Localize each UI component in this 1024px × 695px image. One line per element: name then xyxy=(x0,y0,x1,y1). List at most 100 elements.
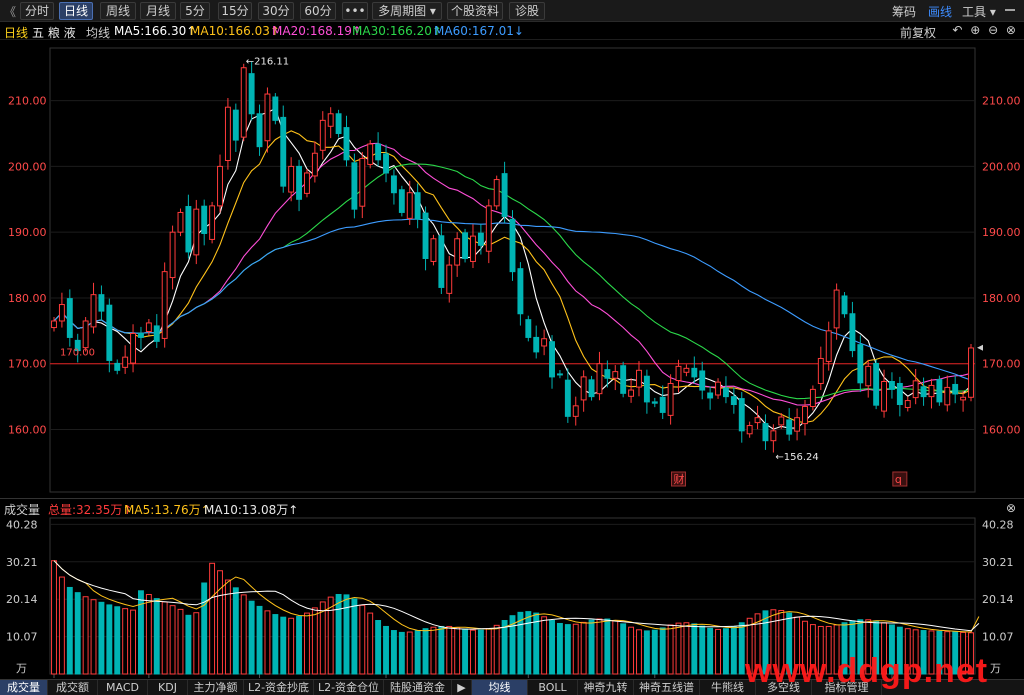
volume-unit-left: 万 xyxy=(16,662,27,675)
candle-body xyxy=(802,405,808,425)
volume-bar xyxy=(643,630,650,675)
candle-body xyxy=(841,295,848,315)
bottom-tab-4[interactable]: 主力净额 xyxy=(188,680,244,695)
diagnose-button[interactable]: 诊股 xyxy=(509,2,545,20)
candle-body xyxy=(541,338,548,347)
candle-body xyxy=(114,362,121,371)
ma20-value: MA20:168.19↑ xyxy=(272,24,362,38)
bottom-tab-3[interactable]: KDJ xyxy=(148,680,188,695)
tools-dropdown[interactable]: 工具 ▾ xyxy=(962,3,996,20)
candle-body xyxy=(817,357,824,384)
y-tick-label-left: 170.00 xyxy=(8,358,47,371)
volume-bar xyxy=(675,622,682,675)
candle-body xyxy=(881,380,887,412)
volume-bar xyxy=(82,596,89,675)
volume-bar xyxy=(264,610,271,675)
chips-button[interactable]: 筹码 xyxy=(892,3,916,20)
candle-body xyxy=(960,396,967,401)
bottom-tab-0[interactable]: 成交量 xyxy=(0,680,48,695)
bottom-tab-2[interactable]: MACD xyxy=(98,680,148,695)
candle-body xyxy=(849,313,856,352)
tab-30min[interactable]: 30分 xyxy=(258,2,294,20)
candle-body xyxy=(280,116,287,187)
zoom-control-icons[interactable]: ↶ ⊕ ⊖ ⊗ xyxy=(952,23,1018,37)
candle-body xyxy=(643,375,650,403)
candle-body xyxy=(201,205,208,234)
volume-bar xyxy=(564,624,571,675)
bottom-tab-10[interactable]: BOLL xyxy=(528,680,578,695)
volume-total: 总量:32.35万↑ xyxy=(48,503,133,517)
tab-60min[interactable]: 60分 xyxy=(300,2,336,20)
candle-body xyxy=(485,205,492,252)
tab-weekly[interactable]: 周线 xyxy=(100,2,136,20)
candle-body xyxy=(493,179,500,207)
volume-bar xyxy=(620,623,627,675)
collapse-arrow-icon[interactable]: 《 xyxy=(4,3,16,20)
event-marker-label[interactable]: 财 xyxy=(674,472,685,486)
ma5-value: MA5:166.30↑ xyxy=(114,24,197,38)
ma60-value: MA60:167.01↓ xyxy=(434,24,524,38)
minimize-icon[interactable] xyxy=(1004,4,1016,16)
volume-tick-right: 10.07 xyxy=(982,631,1014,644)
volume-bar xyxy=(699,625,706,675)
adjust-dropdown[interactable]: 前复权 xyxy=(900,24,936,41)
volume-bar xyxy=(406,631,413,675)
ma-label[interactable]: 均线 xyxy=(86,24,110,41)
tab-monthly[interactable]: 月线 xyxy=(140,2,176,20)
candle-body xyxy=(564,379,571,417)
candle-body xyxy=(383,153,389,174)
candle-body xyxy=(351,162,358,210)
candle-body xyxy=(438,235,445,288)
volume-bar xyxy=(454,627,461,675)
candle-body xyxy=(272,96,279,121)
candle-body xyxy=(390,175,397,194)
y-tick-label-right: 200.00 xyxy=(982,160,1021,173)
candle-body xyxy=(667,382,674,416)
tab-15min[interactable]: 15分 xyxy=(218,2,252,20)
candle-body xyxy=(446,264,453,294)
bottom-tab-8[interactable]: ▶ xyxy=(452,680,472,695)
candle-body xyxy=(422,212,429,259)
bottom-tab-6[interactable]: L2-资金仓位 xyxy=(314,680,384,695)
candle-body xyxy=(628,389,635,397)
event-marker-label[interactable]: q xyxy=(895,473,902,486)
more-button[interactable]: ••• xyxy=(342,2,368,20)
bottom-tab-11[interactable]: 神奇九转 xyxy=(578,680,634,695)
bottom-tab-5[interactable]: L2-资金抄底 xyxy=(244,680,314,695)
multi-period-dropdown[interactable]: 多周期图 ▾ xyxy=(372,2,442,20)
candle-body xyxy=(715,381,721,396)
bottom-tab-7[interactable]: 陆股通资金 xyxy=(384,680,452,695)
close-icon[interactable]: ⊗ xyxy=(1006,501,1016,515)
candle-body xyxy=(311,152,318,177)
candle-body xyxy=(762,423,769,442)
candle-body xyxy=(106,304,113,361)
volume-bar xyxy=(422,628,429,675)
volume-ma5: MA5:13.76万↑ xyxy=(124,503,211,517)
bottom-tab-1[interactable]: 成交额 xyxy=(48,680,98,695)
volume-bar xyxy=(367,612,374,675)
tab-5min[interactable]: 5分 xyxy=(180,2,210,20)
volume-bar xyxy=(114,606,121,675)
candle-body xyxy=(454,238,461,266)
candle-body xyxy=(525,319,532,338)
tab-intraday[interactable]: 分时 xyxy=(20,2,54,20)
bottom-tab-9[interactable]: 均线 xyxy=(472,680,528,695)
volume-bar xyxy=(66,586,73,675)
volume-label: 成交量 xyxy=(4,503,41,517)
stock-profile-button[interactable]: 个股资料 xyxy=(447,2,503,20)
draw-line-button[interactable]: 画线 xyxy=(928,3,952,20)
volume-bar xyxy=(612,620,619,675)
volume-bar xyxy=(636,629,642,675)
bottom-tab-12[interactable]: 神奇五线谱 xyxy=(634,680,700,695)
volume-bar xyxy=(707,627,714,675)
candle-body xyxy=(177,211,184,233)
volume-bar xyxy=(375,620,382,675)
candle-body xyxy=(232,109,239,141)
candle-body xyxy=(952,383,959,395)
volume-bar xyxy=(359,604,366,675)
candle-body xyxy=(730,396,737,406)
tab-daily[interactable]: 日线 xyxy=(59,2,93,20)
volume-bar xyxy=(51,560,57,675)
price-annotation: ←156.24 xyxy=(775,452,818,463)
candle-body xyxy=(754,417,761,424)
